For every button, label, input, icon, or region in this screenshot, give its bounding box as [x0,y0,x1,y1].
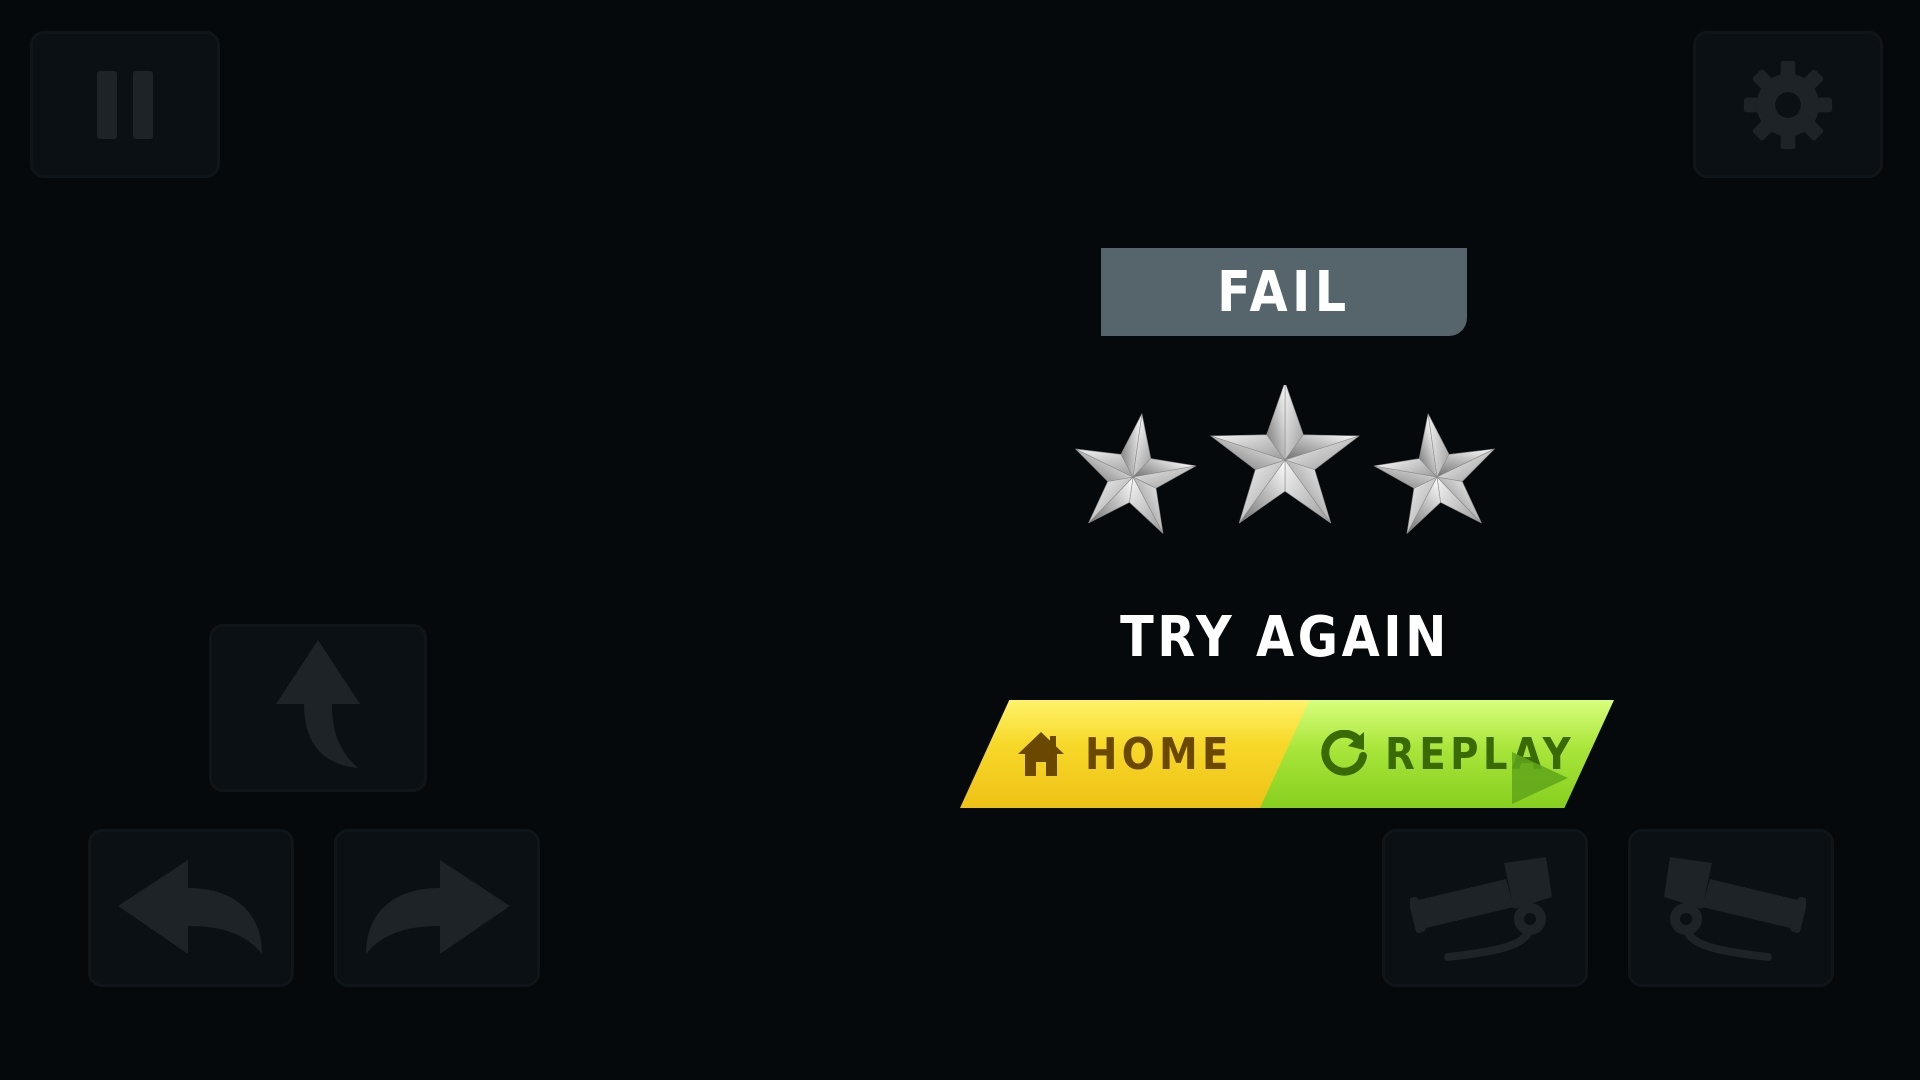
arrow-up-icon [276,640,360,768]
arrow-left-icon [118,860,262,954]
star-rating [1075,385,1495,534]
star-icon [1373,413,1495,534]
home-icon [1018,732,1064,776]
right-button[interactable] [334,829,540,987]
arrow-right-icon [366,860,510,954]
replay-button[interactable]: REPLAY [1260,700,1614,808]
play-arrow-icon [1512,752,1568,804]
cannon-up-icon [1664,857,1806,961]
pause-button[interactable] [30,31,220,178]
pause-icon [97,70,153,139]
cannon-down-button[interactable] [1382,829,1588,987]
result-title: FAIL [1217,259,1351,325]
result-banner: FAIL [1101,248,1467,336]
gear-icon [1743,60,1833,149]
cannon-down-icon [1410,857,1552,961]
star-icon [1075,413,1197,534]
home-label: HOME [1085,728,1233,780]
cannon-up-button[interactable] [1628,829,1834,987]
up-button[interactable] [209,624,427,792]
left-button[interactable] [88,829,294,987]
settings-button[interactable] [1693,31,1883,178]
replay-icon [1321,730,1367,776]
star-icon [1210,385,1360,524]
result-message: TRY AGAIN [1120,605,1450,670]
